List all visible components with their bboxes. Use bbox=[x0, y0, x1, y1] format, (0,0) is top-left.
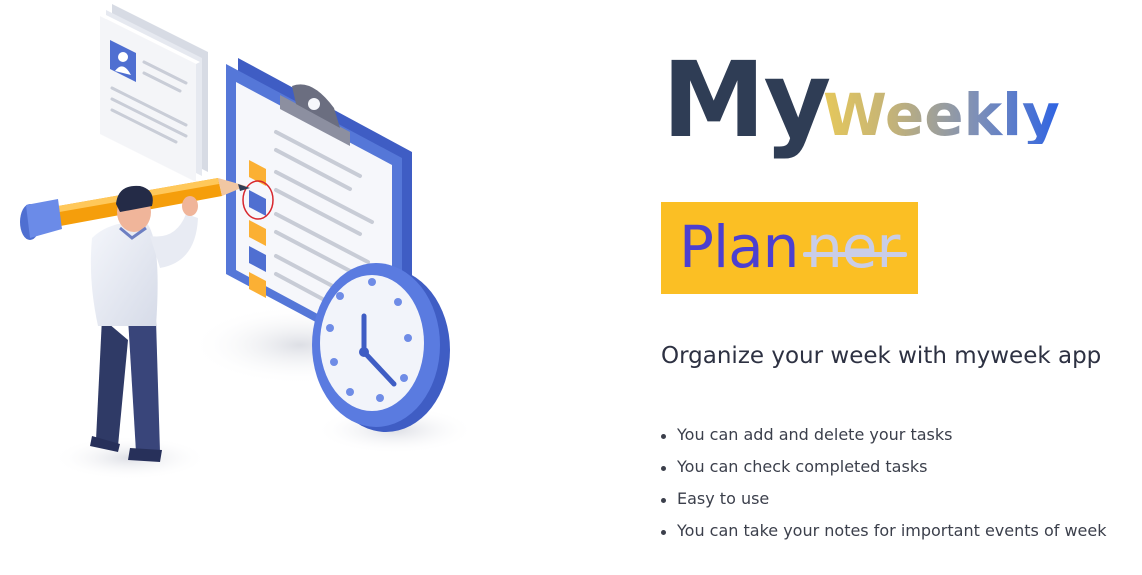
bullet-icon bbox=[661, 498, 666, 503]
feature-item: You can take your notes for important ev… bbox=[661, 521, 1106, 553]
wall-clock-icon bbox=[312, 263, 450, 432]
title-my: My bbox=[662, 39, 831, 161]
hero-illustration bbox=[20, 4, 475, 480]
hero-section: My Weekly Plan ner Organize your week wi… bbox=[660, 0, 1142, 575]
strikethrough-line bbox=[803, 252, 907, 257]
feature-text: You can check completed tasks bbox=[677, 457, 928, 476]
title-weekly: Weekly bbox=[823, 81, 1060, 149]
planner-badge: Plan ner bbox=[661, 202, 918, 294]
profile-document-icon bbox=[100, 4, 208, 182]
planner-struck-text: ner bbox=[806, 213, 900, 281]
feature-item: You can add and delete your tasks bbox=[661, 425, 1106, 457]
subtitle: Organize your week with myweek app bbox=[661, 343, 1102, 369]
feature-item: You can check completed tasks bbox=[661, 457, 1106, 489]
feature-text: Easy to use bbox=[677, 489, 770, 508]
bullet-icon bbox=[661, 530, 666, 535]
planner-plan-text: Plan bbox=[679, 213, 799, 281]
feature-text: You can add and delete your tasks bbox=[677, 425, 953, 444]
feature-text: You can take your notes for important ev… bbox=[677, 521, 1107, 540]
bullet-icon bbox=[661, 434, 666, 439]
feature-item: Easy to use bbox=[661, 489, 1106, 521]
bullet-icon bbox=[661, 466, 666, 471]
feature-list: You can add and delete your tasks You ca… bbox=[661, 425, 1106, 553]
